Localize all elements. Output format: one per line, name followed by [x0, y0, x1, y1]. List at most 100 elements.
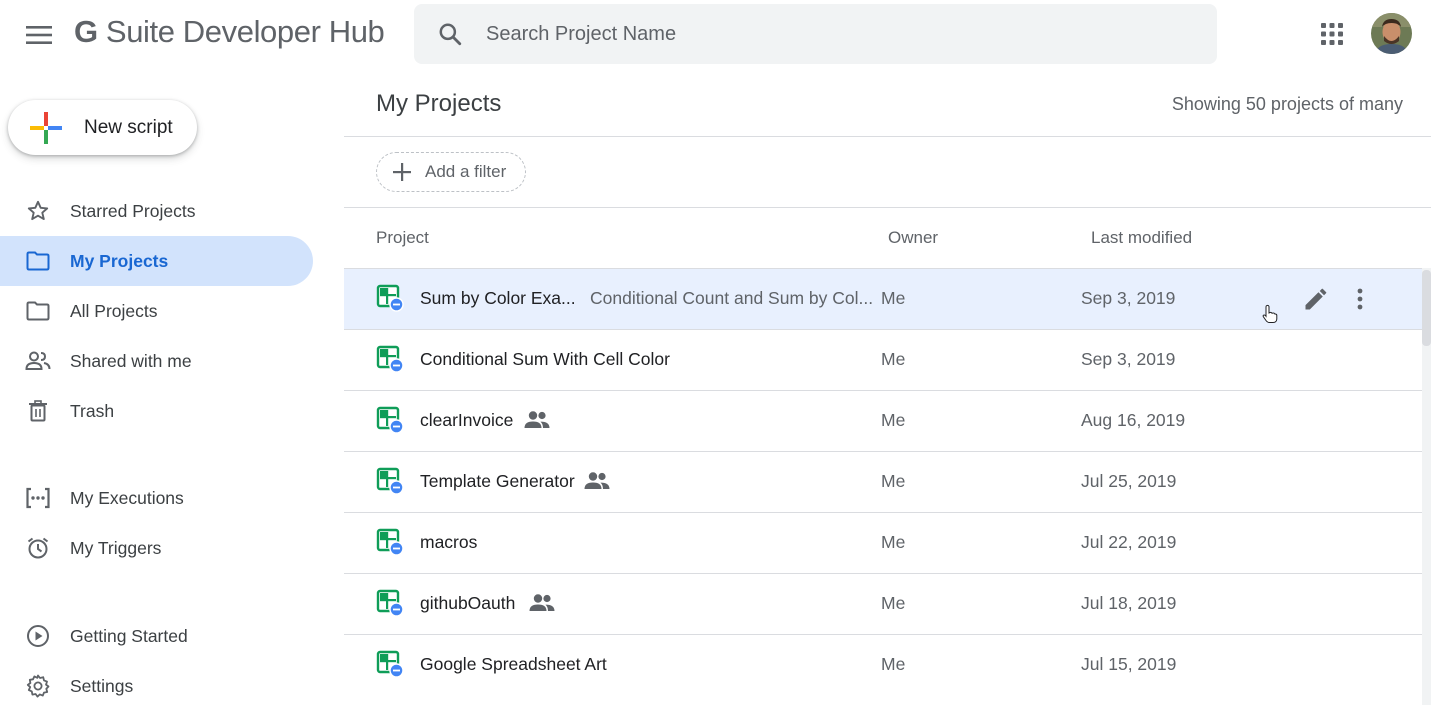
- sidebar-item-label: My Projects: [70, 250, 169, 271]
- sheets-script-icon: [376, 589, 404, 617]
- add-filter-button[interactable]: Add a filter: [376, 152, 526, 192]
- project-owner: Me: [881, 349, 906, 369]
- project-name[interactable]: Conditional Sum With Cell Color: [420, 349, 670, 370]
- project-owner: Me: [881, 410, 906, 430]
- top-bar: G Suite Developer Hub: [0, 0, 1431, 70]
- sidebar-item-starred-projects[interactable]: Starred Projects: [0, 186, 313, 236]
- project-owner: Me: [881, 471, 906, 491]
- project-name[interactable]: Sum by Color Exa...: [420, 288, 576, 309]
- sidebar-item-label: Getting Started: [70, 625, 188, 646]
- gear-icon: [25, 674, 51, 698]
- sidebar-item-trash[interactable]: Trash: [0, 386, 313, 436]
- table-row[interactable]: Google Spreadsheet Art Me Jul 15, 2019: [344, 634, 1422, 695]
- sidebar-item-all-projects[interactable]: All Projects: [0, 286, 313, 336]
- sheets-script-icon: [376, 284, 404, 312]
- page-title: My Projects: [376, 90, 502, 117]
- sidebar-item-label: My Executions: [70, 487, 184, 508]
- sheets-script-icon: [376, 650, 404, 678]
- star-icon: [25, 199, 51, 223]
- sidebar-item-getting-started[interactable]: Getting Started: [0, 611, 313, 661]
- divider: [344, 136, 1431, 137]
- edit-pencil-icon[interactable]: [1302, 285, 1330, 313]
- project-count: Showing 50 projects of many: [1171, 94, 1403, 114]
- play-circle-icon: [25, 624, 51, 648]
- sidebar-item-label: My Triggers: [70, 537, 162, 558]
- search-icon[interactable]: [436, 20, 464, 48]
- table-header: Project Owner Last modified: [344, 208, 1422, 268]
- folder-icon: [25, 249, 51, 273]
- project-last-modified: Sep 3, 2019: [1081, 288, 1176, 308]
- hand-cursor-icon: [1262, 304, 1278, 323]
- sidebar-item-label: Starred Projects: [70, 200, 196, 221]
- table-row[interactable]: Template Generator Me Jul 25, 2019: [344, 451, 1422, 512]
- sidebar-item-label: Shared with me: [70, 350, 192, 371]
- scrollbar-thumb[interactable]: [1422, 270, 1431, 346]
- new-script-button[interactable]: New script: [8, 100, 197, 155]
- project-owner: Me: [881, 593, 906, 613]
- project-description: Conditional Count and Sum by Col...: [590, 288, 874, 308]
- colorful-plus-icon: [30, 111, 62, 144]
- add-filter-label: Add a filter: [425, 162, 507, 181]
- new-script-label: New script: [84, 116, 173, 138]
- shared-people-icon: [529, 594, 555, 611]
- project-owner: Me: [881, 654, 906, 674]
- table-row[interactable]: Conditional Sum With Cell Color Me Sep 3…: [344, 329, 1422, 390]
- project-last-modified: Jul 15, 2019: [1081, 654, 1177, 674]
- project-last-modified: Aug 16, 2019: [1081, 410, 1186, 430]
- sidebar-item-label: Trash: [70, 400, 115, 421]
- project-name[interactable]: macros: [420, 532, 477, 553]
- apps-grid-icon: [1321, 23, 1343, 45]
- main-content: My Projects Showing 50 projects of many …: [344, 70, 1431, 705]
- sheets-script-icon: [376, 528, 404, 556]
- menu-icon: [26, 26, 52, 44]
- sidebar-item-label: All Projects: [70, 300, 158, 321]
- search-input[interactable]: [486, 22, 1166, 46]
- sidebar-item-settings[interactable]: Settings: [0, 661, 313, 711]
- plus-icon: [393, 163, 411, 181]
- sidebar-item-my-executions[interactable]: My Executions: [0, 473, 313, 523]
- sidebar-item-my-triggers[interactable]: My Triggers: [0, 523, 313, 573]
- sidebar-item-my-projects[interactable]: My Projects: [0, 236, 313, 286]
- table-row[interactable]: Sum by Color Exa... Conditional Count an…: [344, 268, 1422, 329]
- project-last-modified: Sep 3, 2019: [1081, 349, 1176, 369]
- alarm-icon: [25, 536, 51, 560]
- sheets-script-icon: [376, 406, 404, 434]
- project-name[interactable]: Template Generator: [420, 471, 575, 492]
- sidebar-nav: Starred Projects My Projects All Project…: [0, 186, 313, 711]
- brand-name: Suite Developer Hub: [97, 14, 385, 49]
- main-menu-button[interactable]: [20, 16, 58, 54]
- brand-g: G: [74, 14, 98, 49]
- executions-icon: [25, 486, 51, 510]
- project-list: Sum by Color Exa... Conditional Count an…: [344, 268, 1422, 695]
- column-header-owner[interactable]: Owner: [888, 228, 938, 248]
- project-owner: Me: [881, 532, 906, 552]
- app-title[interactable]: G Suite Developer Hub: [74, 14, 385, 50]
- shared-people-icon: [584, 472, 610, 489]
- search-bar: [414, 4, 1217, 64]
- account-avatar[interactable]: [1371, 13, 1412, 54]
- sheets-script-icon: [376, 345, 404, 373]
- project-last-modified: Jul 25, 2019: [1081, 471, 1177, 491]
- sidebar-item-label: Settings: [70, 675, 134, 696]
- people-icon: [25, 349, 51, 373]
- project-last-modified: Jul 18, 2019: [1081, 593, 1177, 613]
- project-name[interactable]: githubOauth: [420, 593, 515, 614]
- project-name[interactable]: Google Spreadsheet Art: [420, 654, 607, 675]
- trash-icon: [25, 399, 51, 423]
- table-row[interactable]: githubOauth Me Jul 18, 2019: [344, 573, 1422, 634]
- column-header-project[interactable]: Project: [376, 228, 429, 248]
- project-owner: Me: [881, 288, 906, 308]
- apps-launcher-button[interactable]: [1316, 18, 1348, 50]
- sidebar-item-shared-with-me[interactable]: Shared with me: [0, 336, 313, 386]
- shared-people-icon: [524, 411, 550, 428]
- project-last-modified: Jul 22, 2019: [1081, 532, 1177, 552]
- project-name[interactable]: clearInvoice: [420, 410, 513, 431]
- sheets-script-icon: [376, 467, 404, 495]
- table-row[interactable]: clearInvoice Me Aug 16, 2019: [344, 390, 1422, 451]
- more-vert-icon[interactable]: [1348, 285, 1372, 313]
- table-row[interactable]: macros Me Jul 22, 2019: [344, 512, 1422, 573]
- column-header-last-modified[interactable]: Last modified: [1091, 228, 1192, 248]
- folder-icon: [25, 299, 51, 323]
